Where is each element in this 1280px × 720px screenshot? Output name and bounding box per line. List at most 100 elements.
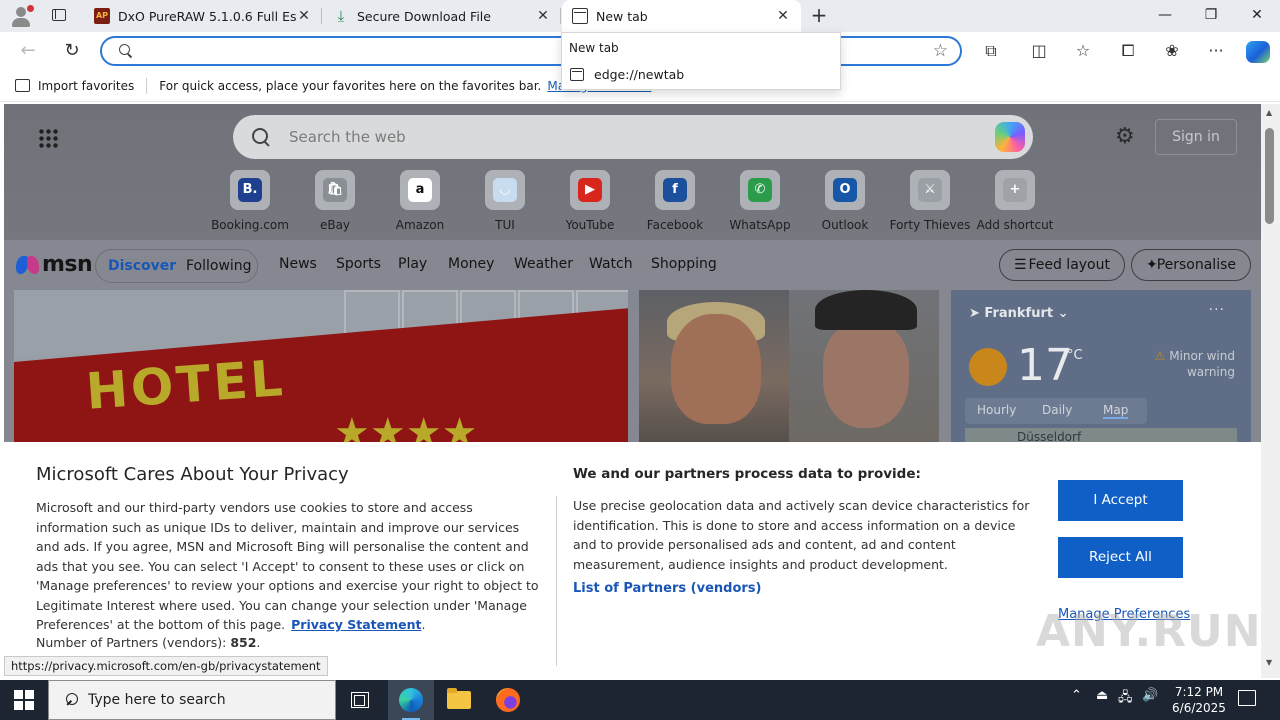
profile-avatar-icon[interactable] <box>8 4 34 30</box>
collections-icon[interactable]: ⧠ <box>1116 40 1140 64</box>
back-button[interactable]: ← <box>13 36 43 66</box>
weather-location[interactable]: ➤ Frankfurt ⌄ <box>969 306 1069 321</box>
notifications-icon[interactable] <box>1238 690 1256 706</box>
shortcut-logo-icon: 🛍 <box>323 178 347 202</box>
purposes-title: We and our partners process data to prov… <box>573 466 921 482</box>
taskbar-firefox[interactable] <box>485 680 531 720</box>
shortcut-add-shortcut[interactable]: + Add shortcut <box>972 170 1058 232</box>
more-menu-icon[interactable]: ··· <box>1204 40 1228 64</box>
warning-icon: ⚠ <box>1154 349 1166 363</box>
nav-sports[interactable]: Sports <box>336 256 381 272</box>
tray-chevron-icon[interactable]: ⌃ <box>1071 688 1082 703</box>
refresh-button[interactable]: ↻ <box>57 36 87 66</box>
feed-toggle: Discover Following <box>95 249 258 283</box>
import-favorites-button[interactable]: Import favorites <box>38 79 134 93</box>
favorite-star-icon[interactable]: ☆ <box>933 41 948 61</box>
tab-daily[interactable]: Daily <box>1042 403 1072 417</box>
weather-more-icon[interactable]: ··· <box>1209 302 1225 318</box>
suggestion-url: edge://newtab <box>594 67 685 82</box>
tab-actions-icon[interactable] <box>48 6 70 26</box>
feed-layout-button[interactable]: ☰ Feed layout <box>999 249 1125 281</box>
split-screen-icon[interactable]: ◫ <box>1027 40 1051 64</box>
scroll-down-icon[interactable]: ▼ <box>1266 658 1272 667</box>
tab-secure-download[interactable]: ⤓ Secure Download File ✕ <box>323 0 561 32</box>
weather-temperature: 17 <box>1017 340 1073 391</box>
newtab-page-icon <box>570 68 584 81</box>
personalise-button[interactable]: ✦ Personalise <box>1131 249 1251 281</box>
tab-map[interactable]: Map <box>1103 403 1129 419</box>
import-favorites-icon[interactable] <box>15 79 30 92</box>
accept-button[interactable]: I Accept <box>1058 480 1183 521</box>
sign-in-button[interactable]: Sign in <box>1155 119 1237 155</box>
news-card-hotel[interactable]: HOTEL ★★★★ <box>14 290 628 442</box>
scrollbar-thumb[interactable] <box>1265 128 1274 224</box>
shortcut-label: Amazon <box>395 218 445 232</box>
shortcut-logo-icon: ⚔ <box>918 178 942 202</box>
shortcut-booking-com[interactable]: B. Booking.com <box>207 170 293 232</box>
tab-close-icon[interactable]: ✕ <box>535 8 551 24</box>
close-window-button[interactable]: ✕ <box>1234 0 1280 32</box>
taskbar-file-explorer[interactable] <box>436 680 482 720</box>
sunny-weather-icon <box>969 348 1007 386</box>
usb-icon[interactable]: ⏏ <box>1096 688 1108 703</box>
shortcut-tile: + <box>995 170 1035 210</box>
settings-gear-icon[interactable]: ⚙ <box>1115 124 1135 149</box>
nav-play[interactable]: Play <box>398 256 427 272</box>
shortcut-facebook[interactable]: f Facebook <box>632 170 718 232</box>
tab-close-icon[interactable]: ✕ <box>775 8 791 24</box>
nav-news[interactable]: News <box>279 256 317 272</box>
performance-icon[interactable]: ❀ <box>1160 40 1184 64</box>
shortcut-ebay[interactable]: 🛍 eBay <box>292 170 378 232</box>
privacy-title: Microsoft Cares About Your Privacy <box>36 464 349 485</box>
shortcut-tui[interactable]: ◡ TUI <box>462 170 548 232</box>
shortcut-youtube[interactable]: ▶ YouTube <box>547 170 633 232</box>
shortcut-forty-thieves[interactable]: ⚔ Forty Thieves <box>887 170 973 232</box>
page-scrollbar[interactable]: ▲ ▼ <box>1261 104 1280 678</box>
suggestion-label: New tab <box>569 41 619 55</box>
web-search-box[interactable]: Search the web <box>233 115 1033 159</box>
shortcut-amazon[interactable]: a Amazon <box>377 170 463 232</box>
news-card-portraits[interactable] <box>639 290 939 442</box>
nav-shopping[interactable]: Shopping <box>651 256 717 272</box>
minimize-button[interactable]: — <box>1142 0 1188 32</box>
weather-warning[interactable]: ⚠ Minor wind warning <box>1139 348 1235 380</box>
restore-button[interactable]: ❐ <box>1188 0 1234 32</box>
tab-new-tab[interactable]: New tab ✕ <box>562 0 801 32</box>
shortcut-tile: 🛍 <box>315 170 355 210</box>
favorites-icon[interactable]: ☆ <box>1071 40 1095 64</box>
shortcut-outlook[interactable]: O Outlook <box>802 170 888 232</box>
search-icon <box>119 44 133 58</box>
msn-logo[interactable]: msn <box>16 252 93 277</box>
suggestion-item[interactable]: edge://newtab <box>570 67 684 82</box>
nav-weather[interactable]: Weather <box>514 256 573 272</box>
anyrun-watermark: ANY.RUN <box>1036 606 1262 657</box>
taskbar-edge[interactable] <box>388 680 434 720</box>
copilot-icon[interactable] <box>1246 41 1270 63</box>
copilot-icon[interactable] <box>995 122 1025 152</box>
tab-close-icon[interactable]: ✕ <box>296 8 312 24</box>
privacy-divider <box>556 496 557 666</box>
privacy-statement-link[interactable]: Privacy Statement <box>291 617 421 632</box>
reject-all-button[interactable]: Reject All <box>1058 537 1183 578</box>
network-icon[interactable]: 🖧 <box>1118 688 1133 710</box>
tab-hourly[interactable]: Hourly <box>977 403 1016 417</box>
privacy-body: Microsoft and our third-party vendors us… <box>36 500 539 632</box>
scroll-up-icon[interactable]: ▲ <box>1266 108 1272 117</box>
taskbar-clock[interactable]: 7:12 PM 6/6/2025 <box>1170 684 1228 716</box>
tab-dxo[interactable]: AP DxO PureRAW 5.1.0.6 Full Español ✕ <box>84 0 322 32</box>
task-view-button[interactable] <box>337 680 383 720</box>
tab-discover[interactable]: Discover <box>108 258 176 274</box>
new-tab-button[interactable]: + <box>808 4 830 28</box>
volume-icon[interactable]: 🔊 <box>1142 688 1158 703</box>
list-partners-link[interactable]: List of Partners (vendors) <box>573 581 761 596</box>
extensions-icon[interactable]: ⧉ <box>979 40 1003 64</box>
shortcut-tile: ▶ <box>570 170 610 210</box>
app-launcher-icon[interactable] <box>38 128 58 148</box>
windows-start-icon[interactable] <box>14 690 34 710</box>
taskbar-search-box[interactable]: Type here to search <box>48 680 336 720</box>
shortcut-whatsapp[interactable]: ✆ WhatsApp <box>717 170 803 232</box>
nav-watch[interactable]: Watch <box>589 256 633 272</box>
tab-following[interactable]: Following <box>186 258 252 274</box>
nav-money[interactable]: Money <box>448 256 494 272</box>
weather-card[interactable]: ➤ Frankfurt ⌄ ··· 17 °C ⚠ Minor wind war… <box>951 290 1251 448</box>
